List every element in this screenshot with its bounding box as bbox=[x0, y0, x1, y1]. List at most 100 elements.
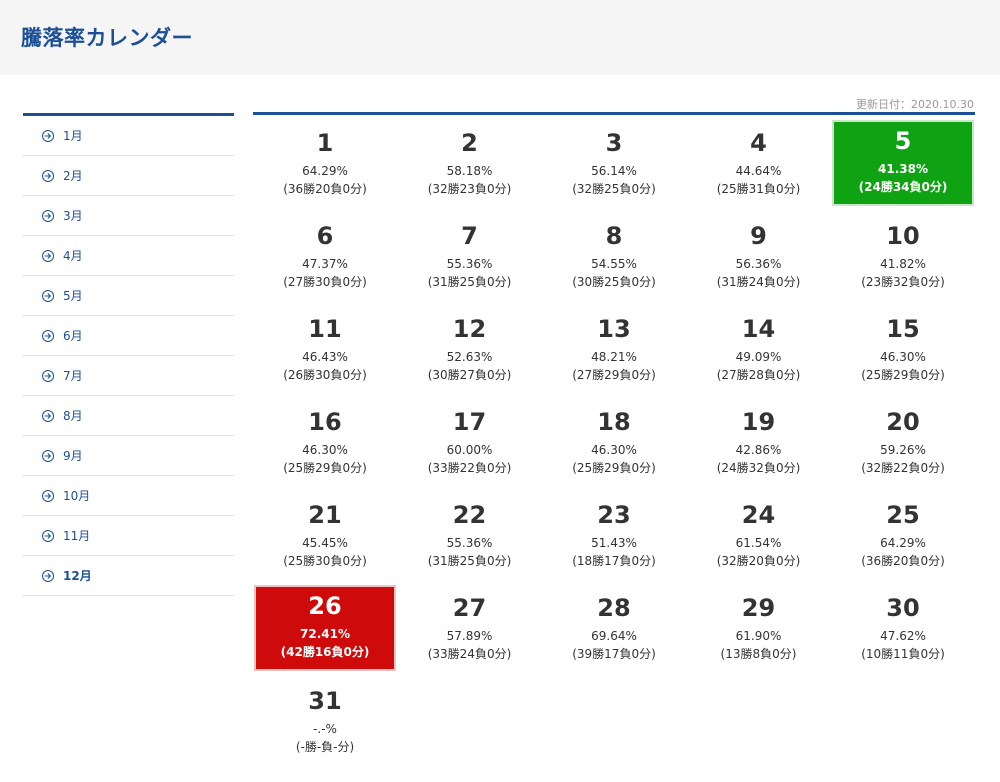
day-record: (30勝25負0分) bbox=[572, 275, 656, 289]
day-cell[interactable]: 3 56.14% (32勝25負0分) bbox=[543, 120, 685, 206]
day-number: 20 bbox=[886, 408, 920, 436]
day-rate: 61.54% bbox=[735, 536, 782, 550]
day-record: (42勝16負0分) bbox=[280, 645, 370, 659]
day-number: 5 bbox=[894, 127, 912, 155]
day-record: (39勝17負0分) bbox=[572, 647, 656, 661]
day-cell[interactable]: 20 59.26% (32勝22負0分) bbox=[832, 399, 974, 485]
day-rate: 64.29% bbox=[302, 164, 348, 178]
sidebar-item-month[interactable]: 12月 bbox=[23, 556, 234, 596]
sidebar-item-month[interactable]: 2月 bbox=[23, 156, 234, 196]
day-rate: 41.82% bbox=[880, 257, 926, 271]
day-number: 8 bbox=[605, 222, 623, 250]
day-rate: 61.90% bbox=[735, 629, 782, 643]
day-record: (23勝32負0分) bbox=[861, 275, 945, 289]
day-cell[interactable]: 13 48.21% (27勝29負0分) bbox=[543, 306, 685, 392]
sidebar-item-month[interactable]: 3月 bbox=[23, 196, 234, 236]
day-number: 21 bbox=[308, 501, 342, 529]
day-record: (13勝8負0分) bbox=[720, 647, 797, 661]
day-number: 12 bbox=[452, 315, 487, 343]
day-number: 31 bbox=[308, 687, 342, 715]
day-cell[interactable]: 1 64.29% (36勝20負0分) bbox=[254, 120, 396, 206]
sidebar-item-month[interactable]: 6月 bbox=[23, 316, 234, 356]
day-cell[interactable]: 21 45.45% (25勝30負0分) bbox=[254, 492, 396, 578]
day-cell[interactable]: 2 58.18% (32勝23負0分) bbox=[399, 120, 541, 206]
day-cell[interactable]: 25 64.29% (36勝20負0分) bbox=[832, 492, 974, 578]
circle-arrow-right-icon bbox=[42, 369, 54, 382]
day-rate: 52.63% bbox=[446, 350, 493, 364]
day-cell[interactable]: 14 49.09% (27勝28負0分) bbox=[688, 306, 830, 392]
circle-arrow-right-icon bbox=[42, 529, 54, 542]
day-cell[interactable]: 18 46.30% (25勝29負0分) bbox=[543, 399, 685, 485]
day-record: (32勝22負0分) bbox=[861, 461, 945, 475]
day-number: 11 bbox=[308, 315, 342, 343]
day-record: (27勝29負0分) bbox=[572, 368, 656, 382]
circle-arrow-right-icon bbox=[42, 329, 54, 342]
day-rate: 42.86% bbox=[735, 443, 782, 457]
sidebar-item-month[interactable]: 5月 bbox=[23, 276, 234, 316]
sidebar-item-label: 12月 bbox=[63, 569, 92, 583]
day-record: (18勝17負0分) bbox=[572, 554, 656, 568]
day-number: 15 bbox=[886, 315, 920, 343]
day-cell[interactable]: 7 55.36% (31勝25負0分) bbox=[399, 213, 541, 299]
day-cell[interactable]: 22 55.36% (31勝25負0分) bbox=[399, 492, 541, 578]
day-cell[interactable]: 27 57.89% (33勝24負0分) bbox=[399, 585, 541, 671]
day-record: (31勝24負0分) bbox=[716, 275, 801, 289]
day-number: 22 bbox=[452, 501, 487, 529]
day-cell[interactable]: 11 46.43% (26勝30負0分) bbox=[254, 306, 396, 392]
sidebar-item-month[interactable]: 8月 bbox=[23, 396, 234, 436]
day-number: 1 bbox=[316, 129, 334, 157]
day-record: (32勝20負0分) bbox=[716, 554, 801, 568]
day-number: 18 bbox=[597, 408, 631, 436]
day-cell[interactable]: 23 51.43% (18勝17負0分) bbox=[543, 492, 685, 578]
sidebar-item-month[interactable]: 11月 bbox=[23, 516, 234, 556]
day-record: (25勝30負0分) bbox=[283, 554, 367, 568]
day-cell[interactable]: 9 56.36% (31勝24負0分) bbox=[688, 213, 830, 299]
day-cell[interactable]: 17 60.00% (33勝22負0分) bbox=[399, 399, 541, 485]
sidebar-item-label: 2月 bbox=[63, 169, 83, 183]
day-rate: 69.64% bbox=[591, 629, 637, 643]
day-rate: 47.37% bbox=[302, 257, 348, 271]
sidebar-item-label: 11月 bbox=[63, 529, 91, 543]
day-cell[interactable]: 12 52.63% (30勝27負0分) bbox=[399, 306, 541, 392]
day-record: (33勝22負0分) bbox=[427, 461, 512, 475]
sidebar-item-month[interactable]: 1月 bbox=[23, 116, 234, 156]
day-number: 4 bbox=[750, 129, 767, 157]
calendar-grid: 1 64.29% (36勝20負0分) 2 58.18% (32勝23負0分) 3 56.14… bbox=[253, 120, 975, 771]
day-cell[interactable]: 6 47.37% (27勝30負0分) bbox=[254, 213, 396, 299]
day-record: (-勝-負-分) bbox=[295, 740, 355, 754]
day-cell[interactable]: 24 61.54% (32勝20負0分) bbox=[688, 492, 830, 578]
sidebar-item-month[interactable]: 10月 bbox=[23, 476, 234, 516]
day-cell[interactable]: 30 47.62% (10勝11負0分) bbox=[832, 585, 974, 671]
day-cell[interactable]: 8 54.55% (30勝25負0分) bbox=[543, 213, 685, 299]
sidebar-item-month[interactable]: 7月 bbox=[23, 356, 234, 396]
day-record: (33勝24負0分) bbox=[427, 647, 512, 661]
sidebar-item-month[interactable]: 9月 bbox=[23, 436, 234, 476]
sidebar-item-label: 8月 bbox=[63, 409, 83, 423]
day-cell[interactable]: 15 46.30% (25勝29負0分) bbox=[832, 306, 974, 392]
page-title: 騰落率カレンダー bbox=[21, 26, 193, 50]
day-number: 30 bbox=[886, 594, 920, 622]
sidebar-item-month[interactable]: 4月 bbox=[23, 236, 234, 276]
day-cell[interactable]: 19 42.86% (24勝32負0分) bbox=[688, 399, 830, 485]
day-cell[interactable]: 4 44.64% (25勝31負0分) bbox=[688, 120, 830, 206]
day-cell[interactable]: 16 46.30% (25勝29負0分) bbox=[254, 399, 396, 485]
day-rate: 57.89% bbox=[446, 629, 493, 643]
circle-arrow-right-icon bbox=[42, 569, 54, 582]
day-cell[interactable]: 26 72.41% (42勝16負0分) bbox=[254, 585, 396, 671]
day-cell[interactable]: 28 69.64% (39勝17負0分) bbox=[543, 585, 685, 671]
circle-arrow-right-icon bbox=[42, 489, 54, 502]
day-rate: 60.00% bbox=[446, 443, 493, 457]
day-record: (36勝20負0分) bbox=[283, 182, 367, 196]
day-cell[interactable]: 31 -.-% (-勝-負-分) bbox=[254, 678, 396, 764]
day-rate: 46.30% bbox=[591, 443, 637, 457]
day-number: 14 bbox=[741, 315, 776, 343]
circle-arrow-right-icon bbox=[42, 249, 54, 262]
day-number: 10 bbox=[886, 222, 920, 250]
day-rate: 49.09% bbox=[735, 350, 782, 364]
day-cell[interactable]: 5 41.38% (24勝34負0分) bbox=[832, 120, 974, 206]
day-cell[interactable]: 29 61.90% (13勝8負0分) bbox=[688, 585, 830, 671]
circle-arrow-right-icon bbox=[42, 169, 54, 182]
day-cell[interactable]: 10 41.82% (23勝32負0分) bbox=[832, 213, 974, 299]
day-record: (26勝30負0分) bbox=[283, 368, 367, 382]
day-number: 3 bbox=[605, 129, 623, 157]
